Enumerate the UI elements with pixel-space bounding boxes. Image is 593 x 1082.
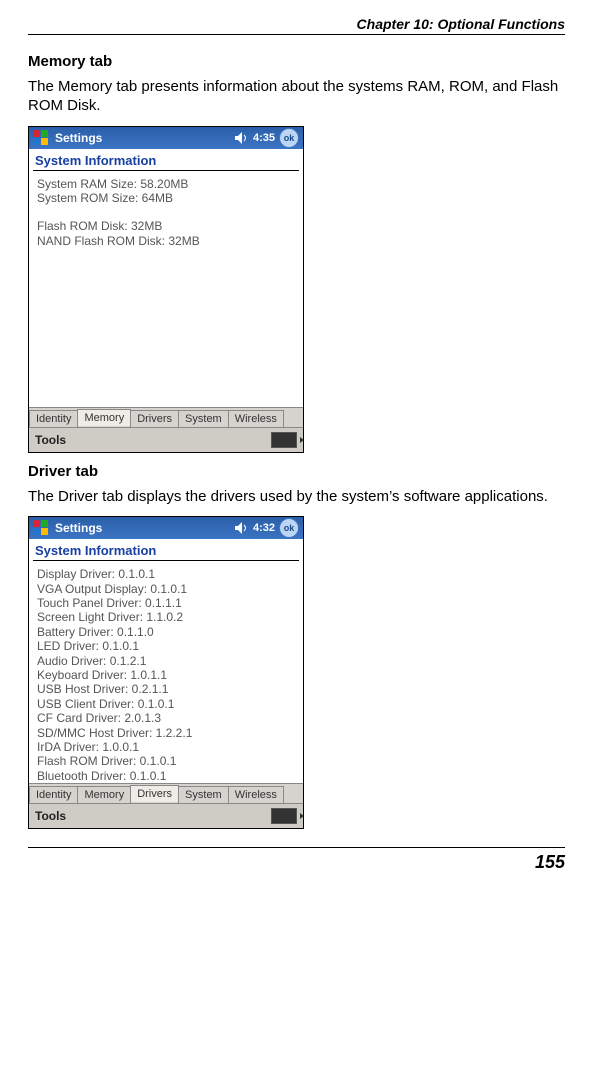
screenshot-driver: Settings 4:32 ok System Information Disp… [28, 516, 304, 829]
info-row: Touch Panel Driver: 0.1.1.1 [37, 596, 295, 610]
tab-wireless[interactable]: Wireless [228, 786, 284, 803]
info-row: Audio Driver: 0.1.2.1 [37, 654, 295, 668]
info-row: USB Client Driver: 0.1.0.1 [37, 697, 295, 711]
screenshot-memory: Settings 4:35 ok System Information Syst… [28, 126, 304, 453]
info-row: USB Host Driver: 0.2.1.1 [37, 682, 295, 696]
info-row: SD/MMC Host Driver: 1.2.2.1 [37, 726, 295, 740]
titlebar: Settings 4:32 ok [29, 517, 303, 539]
info-row: Screen Light Driver: 1.1.0.2 [37, 610, 295, 624]
info-row: System ROM Size: 64MB [37, 191, 295, 205]
section-desc-driver: The Driver tab displays the drivers used… [28, 488, 565, 507]
tab-bar: Identity Memory Drivers System Wireless [29, 407, 303, 427]
tab-identity[interactable]: Identity [29, 410, 78, 427]
section-desc-memory: The Memory tab presents information abou… [28, 78, 565, 116]
windows-start-icon[interactable] [33, 520, 49, 536]
tools-menu[interactable]: Tools [35, 433, 66, 447]
titlebar-title: Settings [55, 521, 235, 535]
window-section-header: System Information [29, 149, 303, 170]
page-number: 155 [28, 847, 565, 873]
info-row: CF Card Driver: 2.0.1.3 [37, 711, 295, 725]
tab-memory[interactable]: Memory [77, 786, 131, 803]
tab-wireless[interactable]: Wireless [228, 410, 284, 427]
chapter-header: Chapter 10: Optional Functions [28, 16, 565, 35]
window-section-header: System Information [29, 539, 303, 560]
keyboard-icon[interactable] [271, 808, 297, 824]
content-area: Display Driver: 0.1.0.1 VGA Output Displ… [29, 567, 303, 783]
titlebar-title: Settings [55, 131, 235, 145]
windows-start-icon[interactable] [33, 130, 49, 146]
info-row: LED Driver: 0.1.0.1 [37, 639, 295, 653]
clock-text: 4:32 [253, 522, 275, 534]
info-row: Display Driver: 0.1.0.1 [37, 567, 295, 581]
clock-text: 4:35 [253, 132, 275, 144]
info-row: NAND Flash ROM Disk: 32MB [37, 234, 295, 248]
info-row: VGA Output Display: 0.1.0.1 [37, 582, 295, 596]
keyboard-icon[interactable] [271, 432, 297, 448]
tab-identity[interactable]: Identity [29, 786, 78, 803]
tab-system[interactable]: System [178, 410, 229, 427]
tab-memory[interactable]: Memory [77, 409, 131, 426]
tab-drivers[interactable]: Drivers [130, 785, 179, 802]
info-row: Flash ROM Driver: 0.1.0.1 [37, 754, 295, 768]
section-title-memory: Memory tab [28, 53, 565, 70]
speaker-icon[interactable] [235, 132, 249, 144]
bottom-toolbar: Tools [29, 427, 303, 452]
info-row: System RAM Size: 58.20MB [37, 177, 295, 191]
speaker-icon[interactable] [235, 522, 249, 534]
divider [33, 560, 299, 561]
divider [33, 170, 299, 171]
info-row: IrDA Driver: 1.0.0.1 [37, 740, 295, 754]
tools-menu[interactable]: Tools [35, 809, 66, 823]
content-area: System RAM Size: 58.20MB System ROM Size… [29, 177, 303, 407]
bottom-toolbar: Tools [29, 803, 303, 828]
section-title-driver: Driver tab [28, 463, 565, 480]
info-row: Flash ROM Disk: 32MB [37, 219, 295, 233]
tab-system[interactable]: System [178, 786, 229, 803]
tab-bar: Identity Memory Drivers System Wireless [29, 783, 303, 803]
info-row: Keyboard Driver: 1.0.1.1 [37, 668, 295, 682]
ok-button[interactable]: ok [279, 128, 299, 148]
tab-drivers[interactable]: Drivers [130, 410, 179, 427]
titlebar: Settings 4:35 ok [29, 127, 303, 149]
ok-button[interactable]: ok [279, 518, 299, 538]
info-row: Battery Driver: 0.1.1.0 [37, 625, 295, 639]
info-row: Bluetooth Driver: 0.1.0.1 [37, 769, 295, 783]
